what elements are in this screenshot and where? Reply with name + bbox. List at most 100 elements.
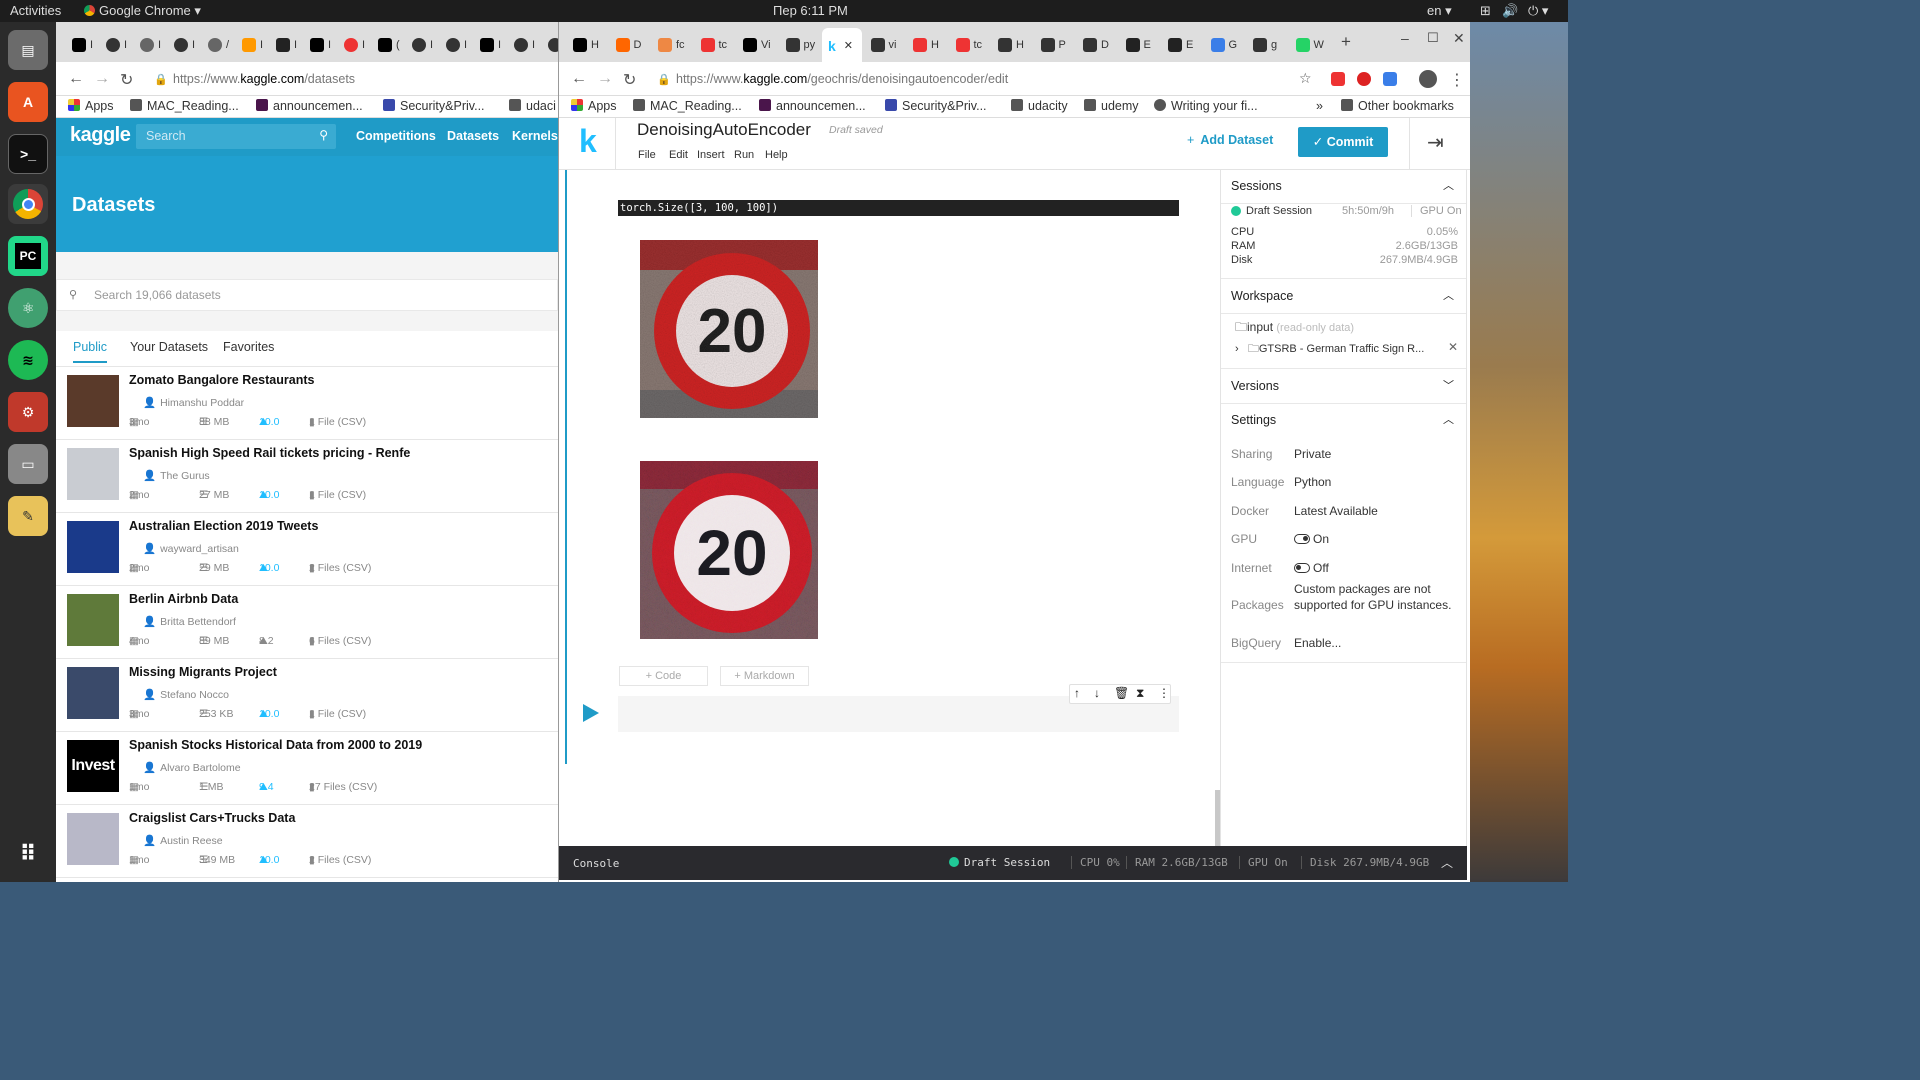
chevron-up-icon[interactable]: ︿ bbox=[1443, 404, 1454, 436]
tab[interactable]: Vi bbox=[737, 28, 771, 62]
extension-icon[interactable] bbox=[1331, 72, 1345, 86]
text-editor-icon[interactable]: ✎ bbox=[8, 496, 48, 536]
kaggle-search-input[interactable]: Search ⚲ bbox=[136, 124, 336, 149]
atom-icon[interactable]: ⚛ bbox=[8, 288, 48, 328]
settings-header[interactable]: Settings ︿ bbox=[1221, 404, 1466, 438]
tab[interactable]: D bbox=[1077, 28, 1109, 62]
dataset-title[interactable]: Australian Election 2019 Tweets bbox=[129, 519, 318, 533]
dataset-title[interactable]: Spanish Stocks Historical Data from 2000… bbox=[129, 738, 422, 752]
bookmarks-overflow[interactable]: » bbox=[1316, 99, 1323, 113]
nav-competitions[interactable]: Competitions bbox=[356, 129, 436, 143]
dataset-author[interactable]: 👤 Stefano Nocco bbox=[143, 688, 229, 701]
dataset-title[interactable]: Craigslist Cars+Trucks Data bbox=[129, 811, 295, 825]
tab[interactable]: I bbox=[508, 28, 535, 62]
adblock-icon[interactable] bbox=[1357, 72, 1371, 86]
dataset-row[interactable]: Missing Migrants Project 👤 Stefano Nocco ▦ … bbox=[56, 659, 558, 732]
tab[interactable]: G bbox=[1205, 28, 1237, 62]
url-field[interactable]: https://www.kaggle.com/geochris/denoisin… bbox=[676, 72, 1008, 86]
forward-icon[interactable]: → bbox=[94, 70, 110, 88]
console-bar[interactable]: Console Draft Session CPU 0% RAM 2.6GB/1… bbox=[559, 846, 1467, 880]
dataset-author[interactable]: 👤 Himanshu Poddar bbox=[143, 396, 244, 409]
bookmark-writing[interactable]: Writing your fi... bbox=[1154, 99, 1258, 113]
dataset-title[interactable]: Berlin Airbnb Data bbox=[129, 592, 238, 606]
nav-kernels[interactable]: Kernels bbox=[512, 129, 558, 143]
collapse-sidebar-icon[interactable]: ⇥ bbox=[1427, 130, 1444, 155]
pycharm-icon[interactable]: PC bbox=[8, 236, 48, 276]
tab[interactable]: W bbox=[1290, 28, 1324, 62]
dataset-title[interactable]: Missing Migrants Project bbox=[129, 665, 277, 679]
dataset-thumbnail[interactable] bbox=[67, 521, 119, 573]
software-icon[interactable]: A bbox=[8, 82, 48, 122]
dataset-author[interactable]: 👤 Alvaro Bartolome bbox=[143, 761, 241, 774]
tab[interactable]: H bbox=[907, 28, 939, 62]
terminal-icon[interactable]: >_ bbox=[8, 134, 48, 174]
move-up-icon[interactable]: ↑ bbox=[1074, 686, 1080, 700]
bookmark-udemy[interactable]: udemy bbox=[1084, 99, 1139, 113]
move-down-icon[interactable]: ↓ bbox=[1094, 686, 1100, 700]
bookmark-security[interactable]: Security&Priv... bbox=[383, 99, 485, 113]
dataset-row[interactable]: Craigslist Cars+Trucks Data 👤 Austin Reese… bbox=[56, 805, 558, 878]
tab[interactable]: I bbox=[100, 28, 127, 62]
close-window-button[interactable]: ✕ bbox=[1453, 30, 1465, 47]
star-icon[interactable]: ☆ bbox=[1299, 70, 1312, 87]
bookmark-apps[interactable]: Apps bbox=[571, 99, 617, 113]
tab[interactable]: fc bbox=[652, 28, 685, 62]
tab[interactable]: E bbox=[1120, 28, 1151, 62]
tab[interactable]: I bbox=[304, 28, 331, 62]
profile-avatar[interactable] bbox=[1419, 70, 1437, 88]
dataset-author[interactable]: 👤 Austin Reese bbox=[143, 834, 223, 847]
tab-your-datasets[interactable]: Your Datasets bbox=[130, 340, 208, 354]
chevron-up-icon[interactable]: ︿ bbox=[1443, 280, 1454, 312]
app-menu[interactable]: Google Chrome ▾ bbox=[84, 3, 201, 19]
settings-icon[interactable]: ⚙ bbox=[8, 392, 48, 432]
dataset-thumbnail[interactable] bbox=[67, 448, 119, 500]
tab[interactable]: vi bbox=[865, 28, 896, 62]
tab[interactable]: I bbox=[474, 28, 501, 62]
tab[interactable]: I bbox=[338, 28, 365, 62]
dataset-thumbnail[interactable] bbox=[67, 375, 119, 427]
dataset-row[interactable]: Spanish High Speed Rail tickets pricing … bbox=[56, 440, 558, 513]
tab[interactable]: I bbox=[168, 28, 195, 62]
internet-toggle[interactable]: Off bbox=[1294, 561, 1329, 575]
setting-value-sharing[interactable]: Private bbox=[1294, 447, 1331, 461]
remove-dataset-icon[interactable]: ✕ bbox=[1448, 340, 1458, 354]
console-label[interactable]: Console bbox=[573, 857, 619, 870]
dataset-author[interactable]: 👤 The Gurus bbox=[143, 469, 210, 482]
commit-button[interactable]: ✓ Commit bbox=[1298, 127, 1388, 157]
language-indicator[interactable]: en ▾ bbox=[1427, 3, 1452, 19]
spotify-icon[interactable]: ≋ bbox=[8, 340, 48, 380]
power-icon[interactable]: ⏻ ▾ bbox=[1528, 3, 1548, 19]
volume-icon[interactable]: 🔊 bbox=[1502, 3, 1518, 19]
tab[interactable]: I bbox=[134, 28, 161, 62]
add-markdown-button[interactable]: + Markdown bbox=[720, 666, 809, 686]
more-icon[interactable]: ⋮ bbox=[1158, 686, 1170, 700]
gpu-toggle[interactable]: On bbox=[1294, 532, 1329, 546]
tab[interactable]: g bbox=[1247, 28, 1277, 62]
tab[interactable]: H bbox=[567, 28, 599, 62]
back-icon[interactable]: ← bbox=[68, 70, 84, 88]
dataset-title[interactable]: Zomato Bangalore Restaurants bbox=[129, 373, 314, 387]
tab[interactable]: tc bbox=[950, 28, 982, 62]
chevron-up-icon[interactable]: ︿ bbox=[1441, 854, 1453, 871]
input-folder[interactable]: 🗀input (read-only data) bbox=[1235, 318, 1354, 339]
disk-icon[interactable]: ▭ bbox=[8, 444, 48, 484]
dataset-row[interactable]: Invest Spanish Stocks Historical Data fro… bbox=[56, 732, 558, 805]
setting-value-language[interactable]: Python bbox=[1294, 475, 1331, 489]
tab[interactable] bbox=[542, 28, 558, 62]
workspace-header[interactable]: Workspace ︿ bbox=[1221, 280, 1466, 314]
dataset-thumbnail[interactable] bbox=[67, 594, 119, 646]
bookmark-folder[interactable]: MAC_Reading... bbox=[130, 99, 239, 113]
dataset-search-input[interactable]: ⚲ Search 19,066 datasets bbox=[56, 279, 558, 311]
tab[interactable]: I bbox=[440, 28, 467, 62]
dataset-thumbnail[interactable] bbox=[67, 667, 119, 719]
close-tab-icon[interactable]: ✕ bbox=[844, 39, 853, 52]
tab[interactable]: P bbox=[1035, 28, 1066, 62]
sessions-header[interactable]: Sessions ︿ bbox=[1221, 170, 1466, 204]
chevron-right-icon[interactable]: › bbox=[1235, 343, 1239, 355]
add-dataset-button[interactable]: + Add Dataset bbox=[1187, 133, 1273, 147]
kaggle-logo[interactable]: kaggle bbox=[70, 124, 131, 147]
menu-insert[interactable]: Insert bbox=[697, 149, 725, 161]
bookmark-slack[interactable]: announcemen... bbox=[256, 99, 363, 113]
kernel-title[interactable]: DenoisingAutoEncoder bbox=[637, 120, 811, 140]
extension-icon[interactable] bbox=[1383, 72, 1397, 86]
